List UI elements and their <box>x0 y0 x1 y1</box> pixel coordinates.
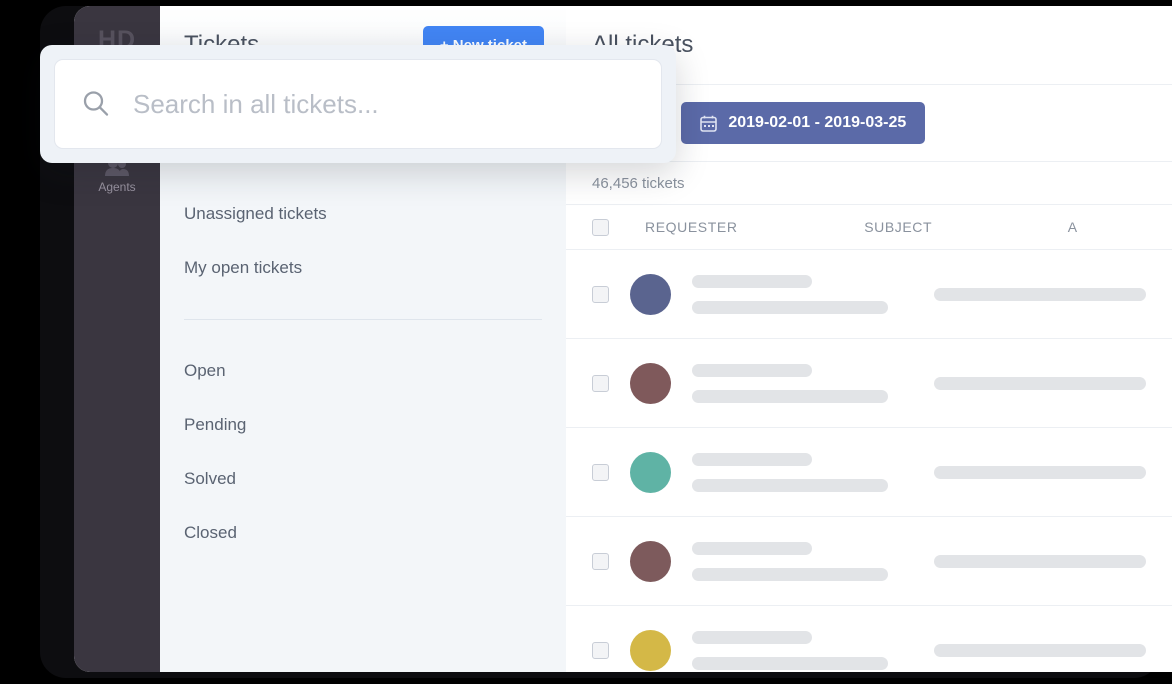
skeleton-bar <box>692 363 812 377</box>
skeleton-bar <box>692 452 812 466</box>
requester-placeholder <box>692 630 892 670</box>
subject-placeholder <box>934 287 1146 301</box>
avatar <box>630 629 671 671</box>
table-row[interactable] <box>566 339 1172 428</box>
avatar <box>630 451 671 493</box>
table-row[interactable] <box>566 517 1172 606</box>
table-row[interactable] <box>566 606 1172 672</box>
skeleton-bar <box>692 656 888 670</box>
table-row[interactable] <box>566 250 1172 339</box>
row-checkbox[interactable] <box>592 463 609 481</box>
search-input[interactable]: Search in all tickets... <box>54 59 662 149</box>
requester-placeholder <box>692 274 892 314</box>
skeleton-bar <box>692 567 888 581</box>
table-header-row: REQUESTER SUBJECT A <box>566 205 1172 250</box>
skeleton-bar <box>692 274 812 288</box>
skeleton-bar <box>692 478 888 492</box>
row-checkbox[interactable] <box>592 285 609 303</box>
nav-divider <box>184 319 542 320</box>
sidebar-item-pending[interactable]: Pending <box>184 398 542 452</box>
skeleton-bar <box>692 300 888 314</box>
table-row[interactable] <box>566 428 1172 517</box>
avatar <box>630 540 671 582</box>
ticket-count-row: 46,456 tickets <box>566 162 1172 205</box>
skeleton-bar <box>692 541 812 555</box>
search-icon <box>83 91 109 116</box>
row-checkbox[interactable] <box>592 552 609 570</box>
column-header-assignee[interactable]: A <box>1068 219 1146 235</box>
column-header-requester[interactable]: REQUESTER <box>645 219 864 235</box>
subject-placeholder <box>934 465 1146 479</box>
search-input-placeholder: Search in all tickets... <box>133 88 379 119</box>
date-range-button[interactable]: 2019-02-01 - 2019-03-25 <box>681 102 926 144</box>
avatar <box>630 273 671 315</box>
sidebar-item-my-open-tickets[interactable]: My open tickets <box>184 241 542 295</box>
search-overlay: Search in all tickets... <box>40 45 676 163</box>
skeleton-bar <box>692 630 812 644</box>
calendar-icon <box>700 115 718 132</box>
requester-placeholder <box>692 541 892 581</box>
sidebar-item-open[interactable]: Open <box>184 344 542 398</box>
avatar <box>630 362 671 404</box>
requester-placeholder <box>692 363 892 403</box>
ticket-count-label: 46,456 tickets <box>592 174 685 192</box>
subject-placeholder <box>934 643 1146 657</box>
sidebar-item-solved[interactable]: Solved <box>184 452 542 506</box>
select-all-checkbox[interactable] <box>592 218 609 236</box>
screenshot-stage: HD Agents Tickets + New ticket All ticke… <box>0 0 1172 684</box>
subject-placeholder <box>934 376 1146 390</box>
sidebar-item-unassigned-tickets[interactable]: Unassigned tickets <box>184 187 542 241</box>
row-checkbox[interactable] <box>592 641 609 659</box>
requester-placeholder <box>692 452 892 492</box>
ticket-rows <box>566 250 1172 672</box>
skeleton-bar <box>692 389 888 403</box>
sidebar-item-closed[interactable]: Closed <box>184 506 542 560</box>
column-header-subject[interactable]: SUBJECT <box>864 219 1068 235</box>
row-checkbox[interactable] <box>592 374 609 392</box>
rail-item-agents-label: Agents <box>98 180 136 194</box>
subject-placeholder <box>934 554 1146 568</box>
date-range-label: 2019-02-01 - 2019-03-25 <box>728 114 907 131</box>
